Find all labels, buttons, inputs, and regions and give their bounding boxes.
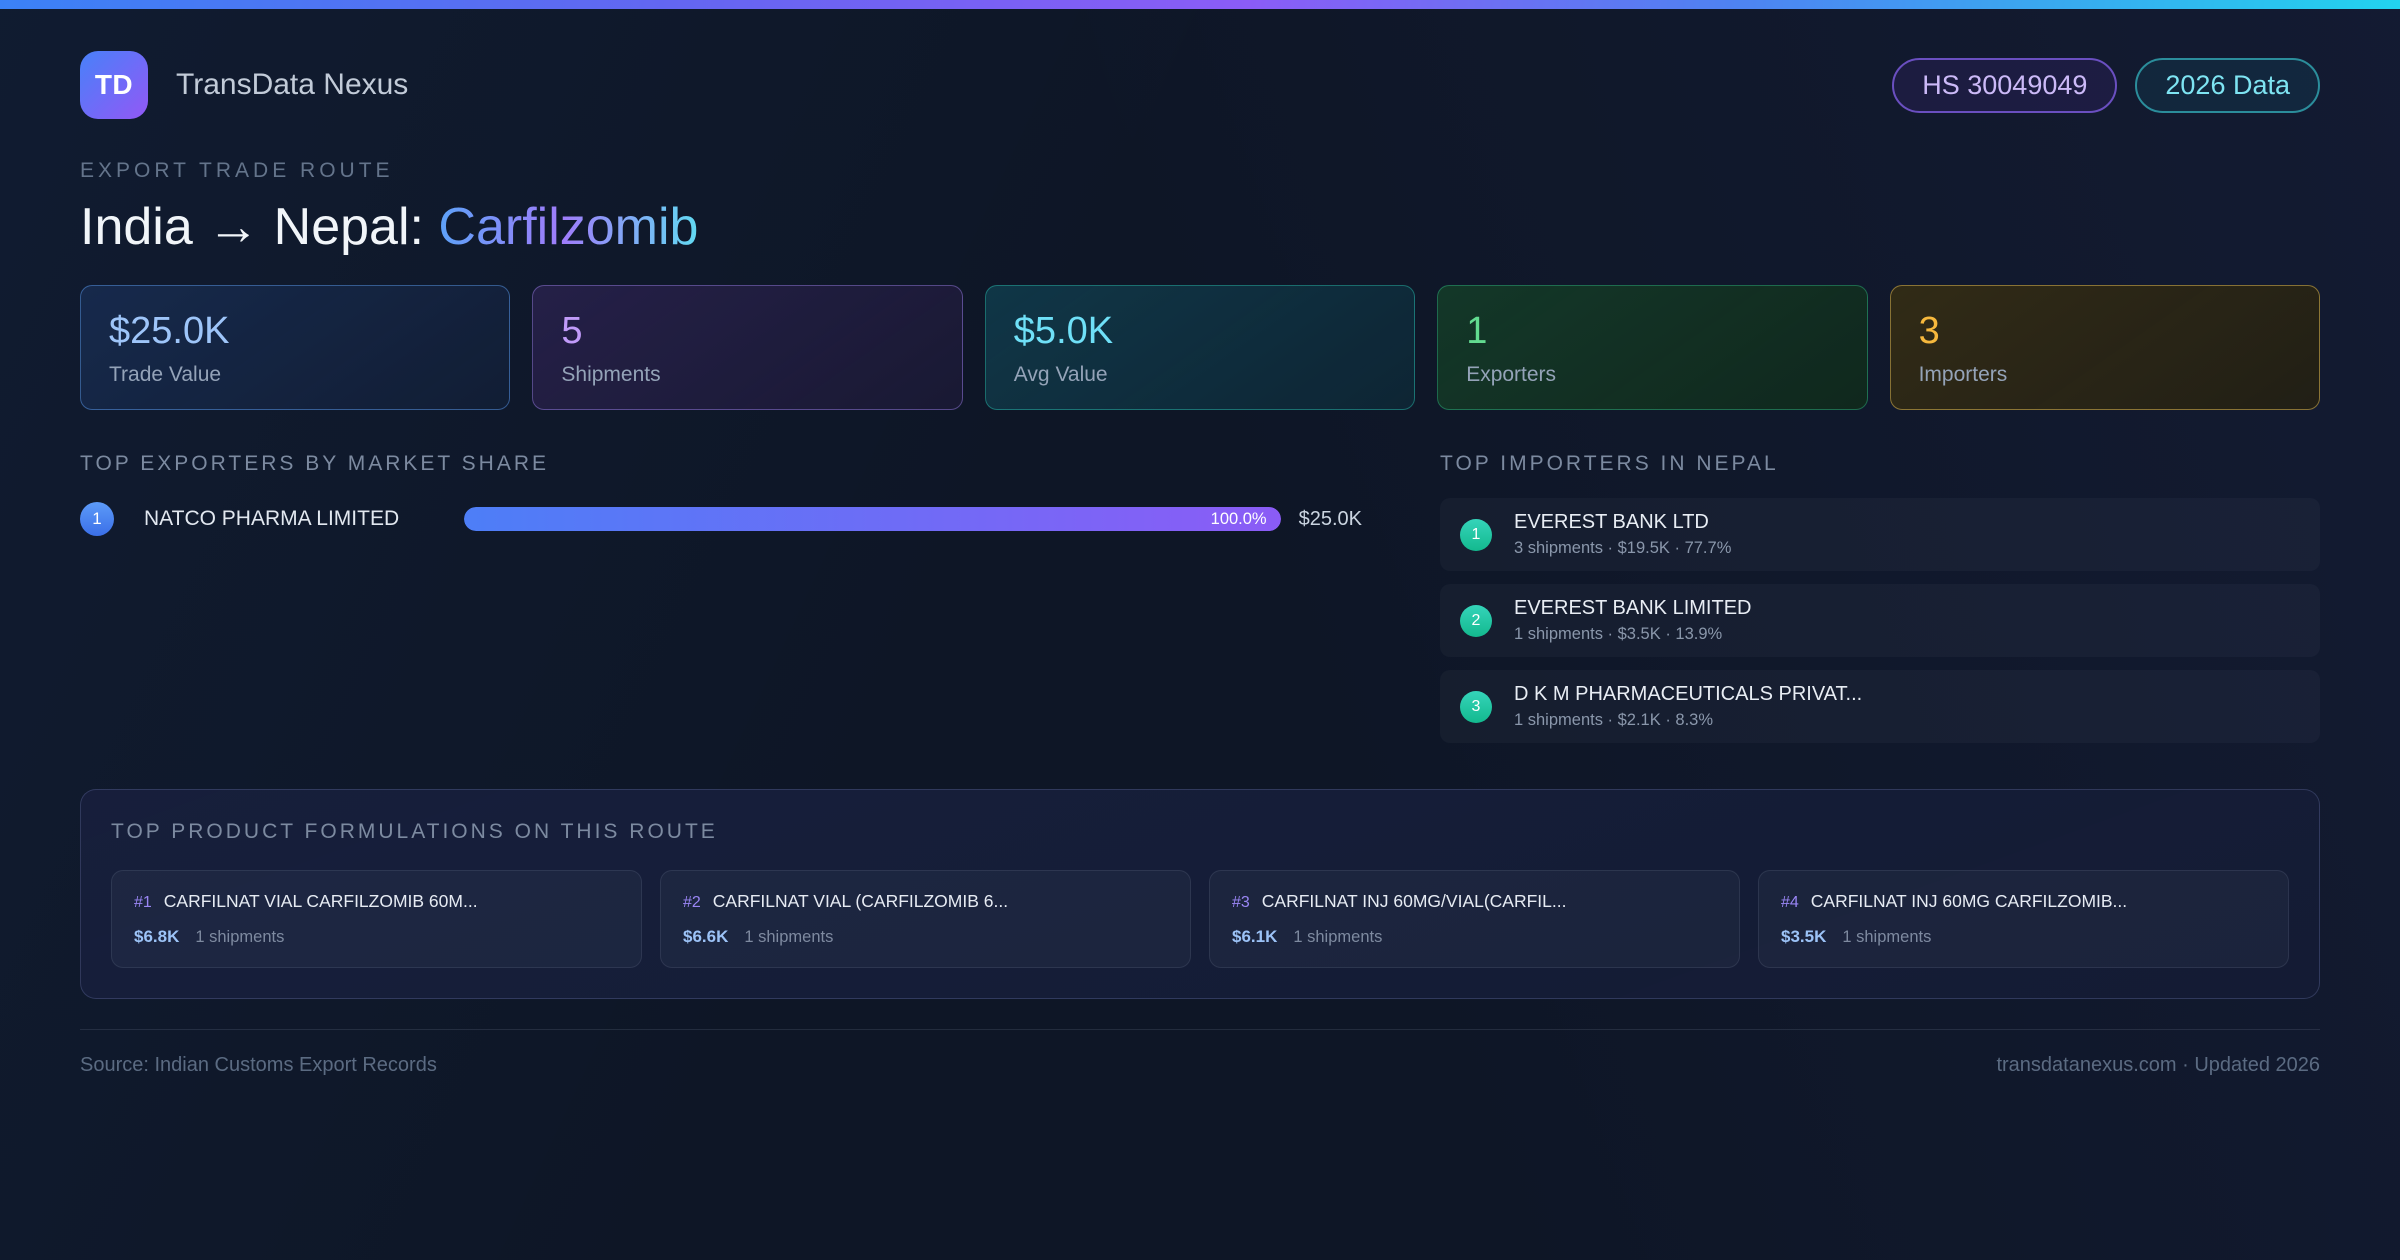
formulation-rank: #3 (1232, 894, 1250, 911)
formulation-rank: #4 (1781, 894, 1799, 911)
product-title: Carfilzomib (438, 198, 699, 256)
stat-card-shipments: 5 Shipments (532, 285, 963, 410)
importer-row[interactable]: 3 D K M PHARMACEUTICALS PRIVAT... 1 ship… (1440, 670, 2320, 743)
stat-label: Avg Value (1013, 363, 1108, 386)
page-container: TD TransData Nexus HS 30049049 2026 Data… (0, 51, 2400, 1077)
data-year-badge[interactable]: 2026 Data (2135, 57, 2320, 113)
eyebrow-label: EXPORT TRADE ROUTE (80, 159, 394, 182)
importer-meta: 1 shipments · $2.1K · 8.3% (1514, 711, 1714, 729)
stat-label: Trade Value (109, 363, 222, 386)
stat-card-exporters: 1 Exporters (1437, 285, 1868, 410)
stat-value: $25.0K (109, 310, 230, 352)
footer-updated: transdatanexus.com · Updated 2026 (1996, 1054, 2320, 1076)
stat-value: 5 (561, 310, 583, 352)
market-share-bar-track: 100.0% (464, 507, 1281, 531)
stat-cards-row: $25.0K Trade Value 5 Shipments $5.0K Avg… (80, 285, 2320, 410)
stat-card-avg-value: $5.0K Avg Value (984, 285, 1416, 410)
importer-row[interactable]: 1 EVEREST BANK LTD 3 shipments · $19.5K … (1440, 498, 2320, 571)
exporter-row[interactable]: 1 NATCO PHARMA LIMITED 100.0% $25.0K (80, 502, 1362, 536)
importer-rank-badge: 2 (1460, 604, 1492, 637)
route-title: India → Nepal: (80, 198, 439, 256)
stat-label: Exporters (1466, 363, 1557, 386)
importer-name: EVEREST BANK LIMITED (1514, 597, 1752, 619)
formulation-shipments: 1 shipments (1842, 928, 1932, 946)
formulation-card[interactable]: #1 CARFILNAT VIAL CARFILZOMIB 60M... $6.… (111, 870, 642, 968)
formulation-shipments: 1 shipments (1293, 928, 1383, 946)
importer-rank-badge: 3 (1460, 690, 1492, 723)
importers-section-title: TOP IMPORTERS IN NEPAL (1440, 452, 1779, 475)
stat-value: $5.0K (1013, 310, 1114, 352)
formulation-card[interactable]: #2 CARFILNAT VIAL (CARFILZOMIB 6... $6.6… (660, 870, 1191, 968)
header-badges: HS 30049049 2026 Data (1892, 57, 2320, 113)
formulation-shipments: 1 shipments (195, 928, 285, 946)
exporter-rank-badge: 1 (80, 502, 114, 536)
page-footer: Source: Indian Customs Export Records tr… (80, 1029, 2320, 1077)
footer-source: Source: Indian Customs Export Records (80, 1054, 437, 1076)
market-share-percent: 100.0% (1210, 509, 1267, 528)
importer-rank-badge: 1 (1460, 518, 1492, 551)
importer-meta: 3 shipments · $19.5K · 77.7% (1514, 539, 1732, 557)
formulation-card[interactable]: #4 CARFILNAT INJ 60MG CARFILZOMIB... $3.… (1758, 870, 2289, 968)
importer-info: EVEREST BANK LTD 3 shipments · $19.5K · … (1514, 511, 1731, 558)
formulation-value: $6.1K (1232, 927, 1278, 946)
app-logo: TD (80, 51, 148, 119)
formulation-value: $3.5K (1781, 927, 1827, 946)
formulation-card[interactable]: #3 CARFILNAT INJ 60MG/VIAL(CARFIL... $6.… (1209, 870, 1740, 968)
formulation-name: CARFILNAT VIAL CARFILZOMIB 60M... (163, 891, 478, 911)
app-header: TD TransData Nexus HS 30049049 2026 Data (80, 51, 2320, 119)
formulation-name: CARFILNAT INJ 60MG CARFILZOMIB... (1810, 891, 2128, 911)
market-share-bar-fill: 100.0% (464, 507, 1281, 531)
importer-list: 1 EVEREST BANK LTD 3 shipments · $19.5K … (1440, 498, 2320, 743)
stat-card-importers: 3 Importers (1889, 285, 2320, 410)
brand: TD TransData Nexus (80, 51, 408, 119)
formulation-rank: #1 (134, 894, 152, 911)
page-title: India → Nepal: Carfilzomib (80, 197, 2320, 257)
formulation-rank: #2 (683, 894, 701, 911)
stat-label: Shipments (561, 363, 661, 386)
top-accent-bar (0, 0, 2400, 9)
exporter-trade-value: $25.0K (1298, 507, 1362, 530)
stat-card-trade-value: $25.0K Trade Value (80, 285, 511, 410)
hs-code-badge[interactable]: HS 30049049 (1892, 57, 2118, 113)
formulation-value: $6.8K (134, 927, 180, 946)
importer-info: EVEREST BANK LIMITED 1 shipments · $3.5K… (1514, 597, 1751, 644)
formulations-section-title: TOP PRODUCT FORMULATIONS ON THIS ROUTE (111, 820, 718, 843)
importers-section: TOP IMPORTERS IN NEPAL 1 EVEREST BANK LT… (1440, 452, 2320, 743)
formulation-cards-row: #1 CARFILNAT VIAL CARFILZOMIB 60M... $6.… (111, 870, 2289, 968)
exporters-section-title: TOP EXPORTERS BY MARKET SHARE (80, 452, 550, 475)
stat-value: 3 (1918, 310, 1940, 352)
formulation-name: CARFILNAT VIAL (CARFILZOMIB 6... (712, 891, 1009, 911)
middle-columns: TOP EXPORTERS BY MARKET SHARE 1 NATCO PH… (80, 452, 2320, 743)
exporters-section: TOP EXPORTERS BY MARKET SHARE 1 NATCO PH… (80, 452, 1362, 536)
importer-name: D K M PHARMACEUTICALS PRIVAT... (1514, 683, 1863, 705)
app-name: TransData Nexus (176, 68, 409, 101)
stat-label: Importers (1918, 363, 2008, 386)
formulation-value: $6.6K (683, 927, 729, 946)
exporter-name: NATCO PHARMA LIMITED (144, 507, 400, 530)
formulations-panel: TOP PRODUCT FORMULATIONS ON THIS ROUTE #… (80, 789, 2320, 999)
importer-meta: 1 shipments · $3.5K · 13.9% (1514, 625, 1723, 643)
importer-info: D K M PHARMACEUTICALS PRIVAT... 1 shipme… (1514, 683, 1862, 730)
importer-name: EVEREST BANK LTD (1514, 511, 1709, 533)
importer-row[interactable]: 2 EVEREST BANK LIMITED 1 shipments · $3.… (1440, 584, 2320, 657)
formulation-shipments: 1 shipments (744, 928, 834, 946)
formulation-name: CARFILNAT INJ 60MG/VIAL(CARFIL... (1261, 891, 1567, 911)
stat-value: 1 (1466, 310, 1488, 352)
